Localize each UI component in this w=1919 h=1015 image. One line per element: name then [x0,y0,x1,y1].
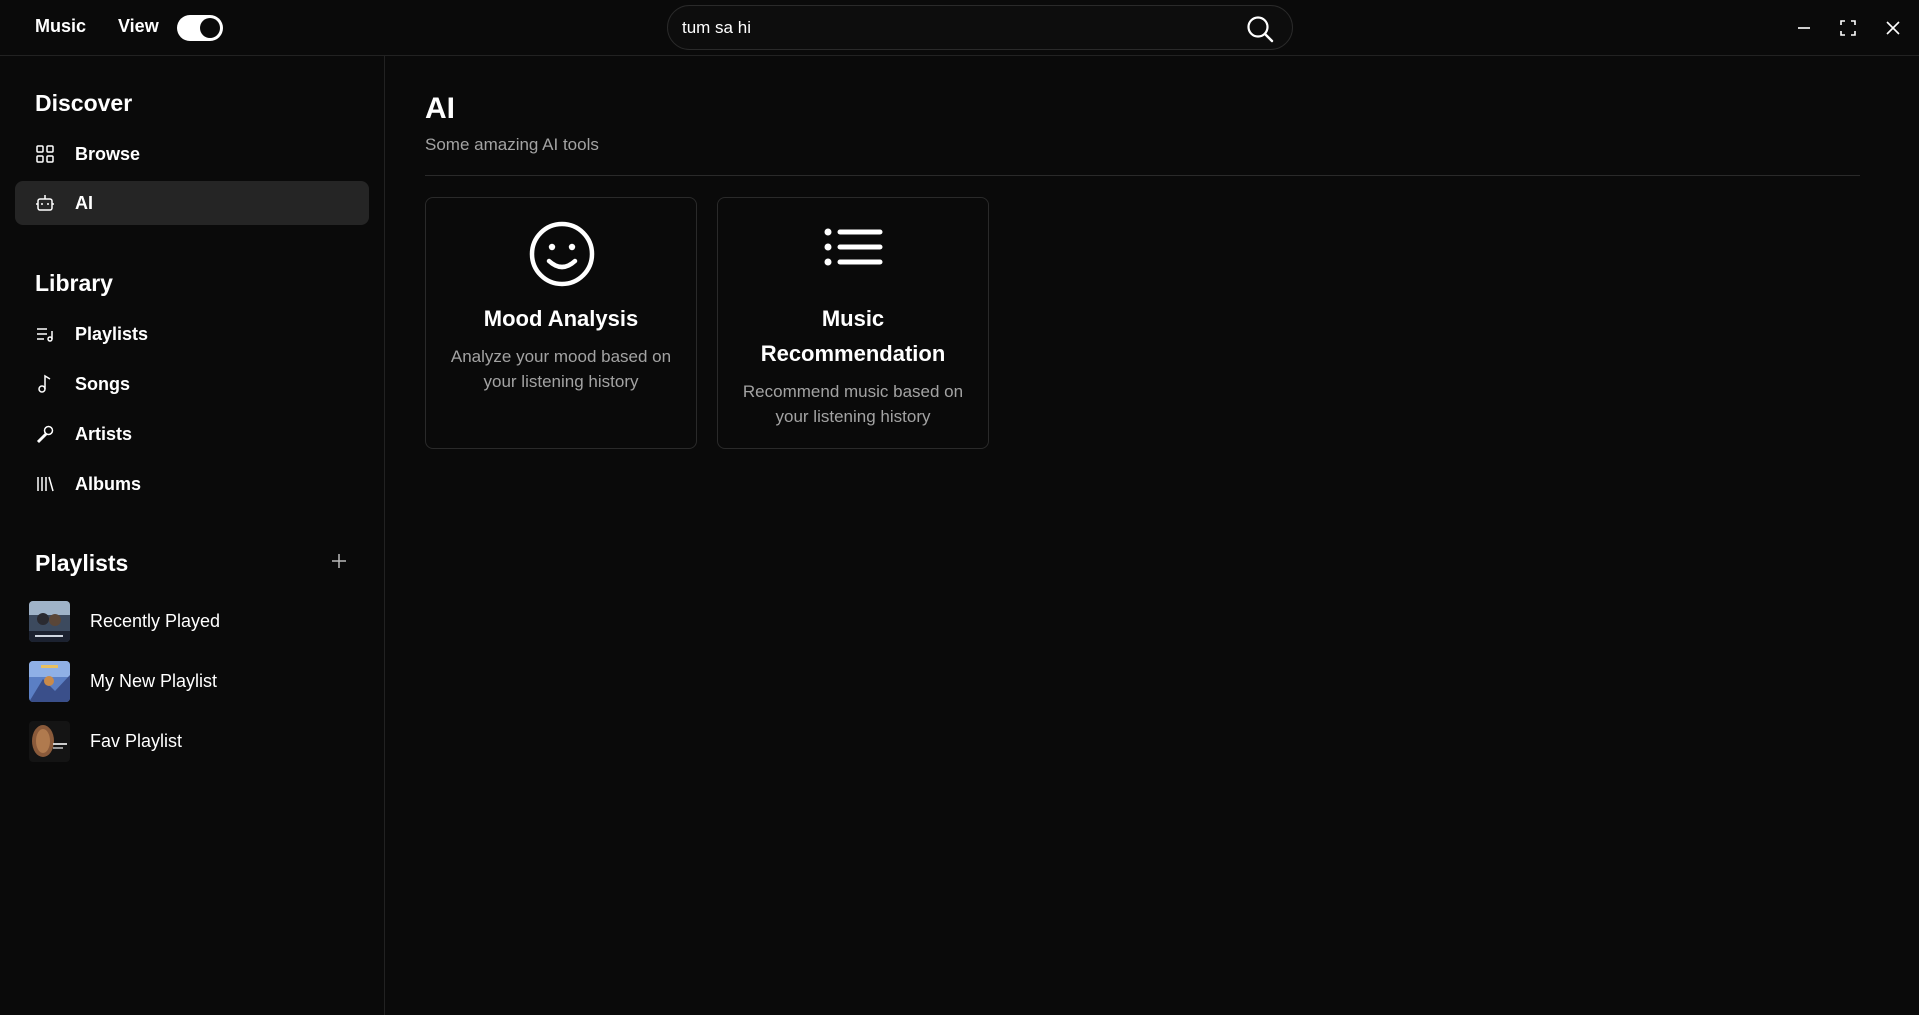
sidebar-item-songs[interactable]: Songs [15,362,369,406]
playlist-thumbnail [29,601,70,642]
playlists-title: Playlists [35,550,129,576]
page-title: AI [425,92,455,125]
close-icon [1886,21,1900,35]
divider [425,175,1860,176]
sidebar-item-label: Playlists [75,324,149,344]
playlist-thumbnail [29,721,70,762]
sidebar-item-label: Browse [75,144,141,164]
music-note-icon [38,374,51,393]
playlist-item-my-new-playlist[interactable]: My New Playlist [29,661,359,703]
library-icon [37,476,54,492]
discover-title: Discover [35,90,133,116]
playlist-item-fav-playlist[interactable]: Fav Playlist [29,721,359,763]
minimize-button[interactable] [1790,14,1818,42]
card-description: Analyze your mood based on your listenin… [450,347,672,391]
sidebar-item-label: Albums [75,474,142,494]
sidebar-item-ai[interactable]: AI [15,181,369,225]
search-input[interactable] [682,6,1222,49]
smiley-icon [529,221,595,287]
card-title: Mood Analysis [483,306,639,331]
sidebar-item-playlists[interactable]: Playlists [15,312,369,356]
maximize-button[interactable] [1834,14,1862,42]
card-description: Recommend music based on your listening … [742,382,964,426]
music-recommendation-card[interactable]: Music Recommendation Recommend music bas… [717,197,989,449]
list-icon [824,228,883,266]
main-content: AI Some amazing AI tools Mood Analysis A… [386,56,1919,1015]
playlist-label: Recently Played [90,611,221,631]
sidebar-item-browse[interactable]: Browse [15,132,369,176]
maximize-icon [1840,20,1856,36]
sidebar: Discover Browse AI Library Playlists Son… [0,56,385,1015]
top-bar: Music View [0,0,1919,56]
playlist-item-recently-played[interactable]: Recently Played [29,601,359,643]
menu-view[interactable]: View [118,16,159,37]
sidebar-item-artists[interactable]: Artists [15,412,369,456]
grid-icon [36,145,54,163]
page-subtitle: Some amazing AI tools [425,135,599,154]
library-title: Library [35,270,113,296]
playlist-icon [37,328,53,342]
menu-music[interactable]: Music [35,16,86,37]
microphone-icon [36,425,54,444]
sidebar-item-label: Artists [75,424,133,444]
sidebar-item-label: Songs [75,374,131,394]
close-button[interactable] [1879,14,1907,42]
mood-analysis-card[interactable]: Mood Analysis Analyze your mood based on… [425,197,697,449]
sidebar-item-albums[interactable]: Albums [15,462,369,506]
search-bar [667,5,1293,50]
playlist-label: My New Playlist [90,671,218,691]
view-toggle[interactable] [177,15,223,41]
robot-icon [36,195,54,211]
playlist-label: Fav Playlist [90,731,183,751]
search-icon[interactable] [1246,15,1274,43]
minimize-icon [1798,27,1810,29]
card-title: Music Recommendation [760,306,946,366]
playlist-thumbnail [29,661,70,702]
add-playlist-icon[interactable] [328,550,350,572]
toggle-knob [200,18,220,38]
sidebar-item-label: AI [75,193,93,213]
